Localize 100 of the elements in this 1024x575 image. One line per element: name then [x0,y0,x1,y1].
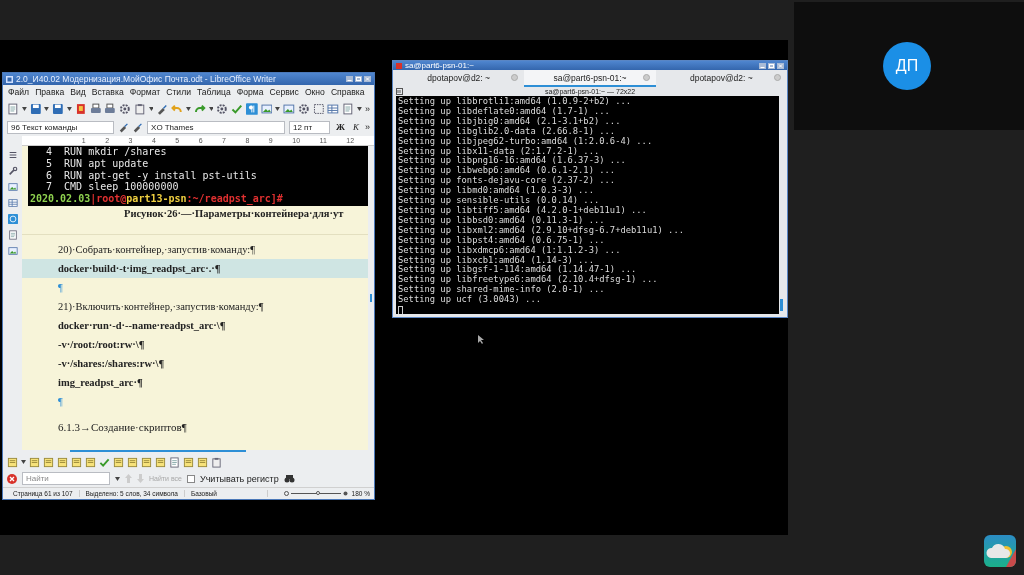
tab[interactable]: dpotapov@d2: ~ [393,70,525,87]
caret-icon[interactable] [21,460,26,464]
font-dropdown[interactable]: XO Thames [147,120,285,134]
wrench-icon[interactable] [7,166,18,176]
note-icon[interactable] [113,456,124,468]
menu-item[interactable]: Формат [129,87,161,97]
output-line: Setting up libjpeg62-turbo:amd64 (1:2.0.6-4) ... [398,136,654,146]
output-line: Setting up libdeflate0:amd64 (1.7-1) ... [398,106,611,117]
italic-button[interactable]: К [351,122,361,132]
search-field[interactable]: Найти [22,472,110,485]
close-button[interactable] [777,62,784,69]
bold-button[interactable]: Ж [334,122,347,132]
paragraph: -v·/shares:/shares:rw·\¶ [57,357,166,371]
clipboard-icon[interactable] [211,456,222,468]
code-line: 5 RUN apt update [46,157,150,170]
zoom-in-icon[interactable] [342,491,348,496]
output-line: Setting up libbsd0:amd64 (0.11.3-1) ... [398,215,606,226]
more-button[interactable]: » [365,122,370,132]
paragraph: img_readpst_arc·¶ [57,376,144,390]
menu-item[interactable]: Вставка [91,87,124,97]
window-title: sa@part6-psn-01:~ [405,61,475,70]
code-line: 6 RUN apt-get -y install pst-utils [46,169,258,182]
terminal-icon [396,88,403,95]
note-icon[interactable] [57,456,68,468]
tab[interactable]: sa@part6-psn-01:~ [524,70,656,87]
navigator-icon[interactable] [7,214,18,224]
output-line: Setting up libpng16-16:amd64 (1.6.37-3) ... [398,156,627,167]
tab[interactable]: dpotapov@d2: ~ [655,70,787,87]
note-icon[interactable] [43,456,54,468]
binoculars-icon[interactable] [283,474,295,483]
frame-icon[interactable] [312,102,325,115]
document-icon[interactable] [169,456,180,468]
caret-icon[interactable] [115,476,120,481]
mouse-pointer-icon [478,335,484,344]
image-icon[interactable] [7,182,18,192]
menu-item[interactable]: Правка [35,87,65,97]
caret-icon[interactable] [67,106,72,111]
check-icon[interactable] [231,102,243,115]
paragraph-marks-icon[interactable] [245,102,258,115]
more-button[interactable]: » [365,103,370,114]
printer-icon[interactable] [89,102,102,115]
document-icon[interactable] [7,230,18,240]
gear-icon[interactable] [119,102,131,115]
gear-icon[interactable] [216,102,229,115]
menu-item[interactable]: Справка [330,87,365,97]
zoom-out-icon[interactable] [283,491,289,496]
scrollbar-thumb[interactable] [780,299,783,311]
brush-icon[interactable] [132,121,144,133]
menu-item[interactable]: Форма [236,87,264,97]
minimize-button[interactable] [346,76,353,82]
note-icon[interactable] [85,456,96,468]
output-line: Setting up libx11-data (2:1.7.2-1) ... [398,146,600,157]
export-icon[interactable] [74,102,87,115]
paragraph: 20)·Собрать·контейнер,·запустив·команду:¶ [57,243,257,257]
output-line: Setting up fonts-dejavu-core (2.37-2) ... [398,176,617,187]
gear-icon[interactable] [298,102,310,115]
caret-icon[interactable] [275,106,281,111]
note-icon[interactable] [197,456,208,468]
scrollbar-thumb[interactable] [370,294,372,302]
checkbox[interactable] [186,474,195,483]
caret-icon[interactable] [208,106,214,111]
note-icon[interactable] [71,456,82,468]
menu-item[interactable]: Стили [166,87,191,97]
check-icon[interactable] [99,456,110,468]
note-icon[interactable] [141,456,152,468]
printer-icon[interactable] [104,102,117,115]
note-icon[interactable] [127,456,138,468]
caret-icon[interactable] [44,106,50,111]
output-line: Setting up libxml2:amd64 (2.9.10+dfsg-6.7+deb11u1) ... [398,225,685,235]
style-dropdown[interactable]: 96 Текст команды [7,120,114,134]
maximize-button[interactable] [768,62,775,69]
menu-item[interactable]: Таблица [196,87,231,97]
menu-item[interactable]: Файл [8,87,30,97]
caret-icon[interactable] [185,106,191,111]
clipboard-icon[interactable] [133,102,146,115]
cloud-app-icon[interactable] [984,535,1016,567]
menu-item[interactable]: Вид [70,87,86,97]
caret-icon[interactable] [148,106,154,111]
floppy-icon[interactable] [52,102,64,115]
menu-item[interactable]: Окно [304,87,325,97]
note-icon[interactable] [183,456,194,468]
paragraph: ¶ [57,395,64,409]
menu-item[interactable]: Сервис [269,87,299,97]
menu-icon[interactable] [7,150,18,160]
scrollbar-thumb[interactable] [70,450,246,452]
caret-icon[interactable] [356,106,362,111]
table-icon[interactable] [7,198,18,208]
maximize-button[interactable] [355,76,362,82]
floppy-icon[interactable] [29,102,42,115]
app-icon [6,75,13,83]
table-icon[interactable] [327,102,340,115]
size-dropdown[interactable]: 12 пт [288,120,331,134]
image-icon[interactable] [7,246,18,256]
minimize-button[interactable] [759,62,766,69]
caret-icon[interactable] [21,106,27,111]
note-icon[interactable] [155,456,166,468]
avatar: ДП [883,42,931,90]
brush-icon[interactable] [117,121,129,133]
brush-icon[interactable] [156,102,169,115]
close-icon[interactable] [7,473,17,484]
